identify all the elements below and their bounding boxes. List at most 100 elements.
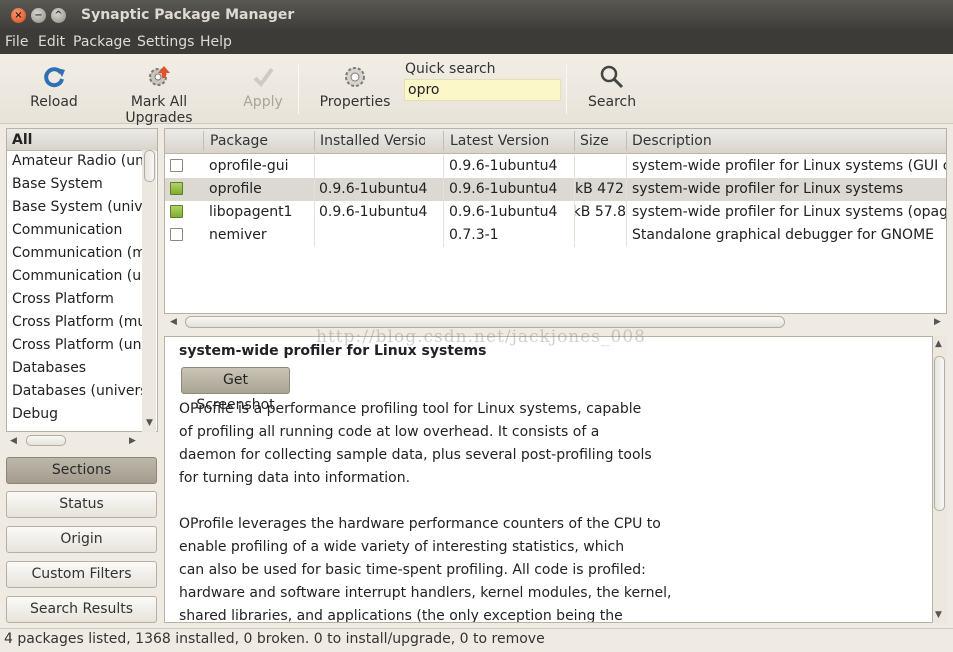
latest-version: 0.9.6-1ubuntu4 — [449, 158, 558, 174]
latest-version: 0.9.6-1ubuntu4 — [449, 181, 558, 197]
scroll-right-arrow-icon[interactable]: ▶ — [934, 317, 941, 327]
menu-file[interactable]: File — [5, 34, 28, 50]
scroll-left-arrow-icon[interactable]: ◀ — [170, 317, 177, 327]
package-name: nemiver — [209, 227, 267, 243]
status-filter-button[interactable]: Status — [6, 491, 157, 518]
section-item[interactable]: Cross Platform (mul — [7, 312, 145, 335]
scroll-right-arrow-icon[interactable]: ▶ — [129, 436, 136, 446]
properties-gear-icon — [345, 67, 365, 87]
column-latest-version[interactable]: Latest Version — [450, 133, 570, 149]
mark-all-upgrades-button[interactable]: Mark All Upgrades — [98, 64, 220, 126]
search-label: Search — [588, 94, 637, 110]
upgrade-gear-icon — [149, 66, 170, 86]
package-name: oprofile-gui — [209, 158, 289, 174]
description-line: of profiling all running code at low ove… — [179, 424, 600, 440]
description-line: for turning data into information. — [179, 470, 411, 486]
description-line: OProfile is a performance profiling tool… — [179, 401, 642, 417]
description-line: enable profiling of a wide variety of in… — [179, 539, 625, 555]
package-name: libopagent1 — [209, 204, 293, 220]
description-line: OProfile leverages the hardware performa… — [179, 516, 661, 532]
package-description: system-wide profiler for Linux systems (… — [632, 158, 947, 174]
checkmark-icon — [253, 67, 274, 88]
watermark-text: http://blog.csdn.net/jackjones_008 — [316, 327, 646, 347]
package-checkbox-installed[interactable] — [170, 182, 183, 195]
package-row[interactable]: libopagent1 0.9.6-1ubuntu4 0.9.6-1ubuntu… — [165, 201, 947, 224]
quick-search-input[interactable] — [404, 79, 561, 101]
package-description: system-wide profiler for Linux systems — [632, 181, 904, 197]
menu-settings[interactable]: Settings — [137, 34, 194, 50]
scroll-down-arrow-icon[interactable]: ▼ — [935, 610, 942, 620]
section-item[interactable]: Cross Platform — [7, 289, 145, 312]
section-item[interactable]: Base System (unive — [7, 197, 145, 220]
column-installed-version[interactable]: Installed Version — [320, 133, 425, 149]
package-row[interactable]: oprofile-gui 0.9.6-1ubuntu4 system-wide … — [165, 155, 947, 178]
column-description[interactable]: Description — [632, 133, 942, 149]
section-item[interactable]: Base System — [7, 174, 145, 197]
search-results-button[interactable]: Search Results — [6, 596, 157, 623]
column-size[interactable]: Size — [580, 133, 620, 149]
package-name: oprofile — [209, 181, 262, 197]
package-size: 472 kB — [575, 181, 624, 197]
section-item[interactable]: Databases (universe — [7, 381, 145, 404]
package-size: 57.8 kB — [575, 204, 626, 220]
package-table: Package Installed Version Latest Version… — [164, 128, 947, 314]
section-item[interactable]: Databases — [7, 358, 145, 381]
scroll-up-arrow-icon[interactable]: ▲ — [935, 339, 942, 349]
sections-vertical-scrollbar[interactable] — [142, 150, 156, 432]
scroll-down-arrow-icon[interactable]: ▼ — [146, 418, 153, 428]
description-line: shared libraries, and applications (the … — [179, 608, 623, 623]
apply-button[interactable]: Apply — [242, 64, 284, 110]
search-icon — [600, 65, 624, 89]
column-package[interactable]: Package — [210, 133, 310, 149]
installed-version: 0.9.6-1ubuntu4 — [319, 181, 428, 197]
get-screenshot-button[interactable]: Get Screenshot — [181, 367, 290, 413]
menu-bar: File Edit Package Settings Help — [0, 32, 953, 54]
reload-icon — [44, 67, 65, 88]
description-scroll-thumb[interactable] — [934, 356, 945, 511]
properties-label: Properties — [319, 94, 391, 110]
section-item[interactable]: Debug — [7, 404, 145, 427]
package-checkbox-installed[interactable] — [170, 205, 183, 218]
package-checkbox[interactable] — [170, 228, 183, 241]
latest-version: 0.7.3-1 — [449, 227, 499, 243]
quick-search-label: Quick search — [405, 61, 496, 77]
package-row-selected[interactable]: oprofile 0.9.6-1ubuntu4 0.9.6-1ubuntu4 4… — [165, 178, 946, 201]
apply-label: Apply — [243, 94, 283, 110]
latest-version: 0.9.6-1ubuntu4 — [449, 204, 558, 220]
scroll-left-arrow-icon[interactable]: ◀ — [10, 436, 17, 446]
custom-filters-button[interactable]: Custom Filters — [6, 561, 157, 588]
package-checkbox[interactable] — [170, 159, 183, 172]
mark-all-upgrades-label: Mark All Upgrades — [125, 94, 193, 126]
reload-label: Reload — [30, 94, 78, 110]
installed-version: 0.9.6-1ubuntu4 — [319, 204, 428, 220]
section-item[interactable]: Communication (mu — [7, 243, 145, 266]
origin-filter-button[interactable]: Origin — [6, 526, 157, 553]
properties-button[interactable]: Properties — [318, 64, 392, 110]
section-all[interactable]: All — [7, 129, 157, 151]
search-button[interactable]: Search — [588, 64, 636, 110]
toolbar-separator — [298, 64, 299, 114]
title-bar: × − ^ Synaptic Package Manager — [0, 0, 953, 32]
menu-package[interactable]: Package — [73, 34, 131, 50]
toolbar-separator — [566, 64, 567, 114]
window-minimize-button[interactable]: − — [31, 8, 46, 23]
section-item[interactable]: Cross Platform (univ — [7, 335, 145, 358]
section-item[interactable]: Communication — [7, 220, 145, 243]
status-bar: 4 packages listed, 1368 installed, 0 bro… — [0, 628, 953, 652]
section-item[interactable]: Amateur Radio (univ — [7, 151, 145, 174]
menu-edit[interactable]: Edit — [38, 34, 65, 50]
sections-scroll-thumb[interactable] — [144, 150, 155, 182]
package-table-header: Package Installed Version Latest Version… — [165, 129, 946, 154]
sections-hscroll-thumb[interactable] — [26, 435, 66, 446]
package-description: system-wide profiler for Linux systems (… — [632, 204, 947, 220]
sections-filter-button[interactable]: Sections — [6, 457, 157, 484]
menu-help[interactable]: Help — [200, 34, 232, 50]
section-item[interactable]: Communication (uni — [7, 266, 145, 289]
reload-button[interactable]: Reload — [30, 64, 78, 110]
sections-list: All Amateur Radio (univ Base System Base… — [6, 128, 158, 432]
description-line: hardware and software interrupt handlers… — [179, 585, 672, 601]
window-close-button[interactable]: × — [11, 8, 26, 23]
window-maximize-button[interactable]: ^ — [51, 8, 66, 23]
description-line: can also be used for basic time-spent pr… — [179, 562, 646, 578]
package-row[interactable]: nemiver 0.7.3-1 Standalone graphical deb… — [165, 224, 946, 247]
